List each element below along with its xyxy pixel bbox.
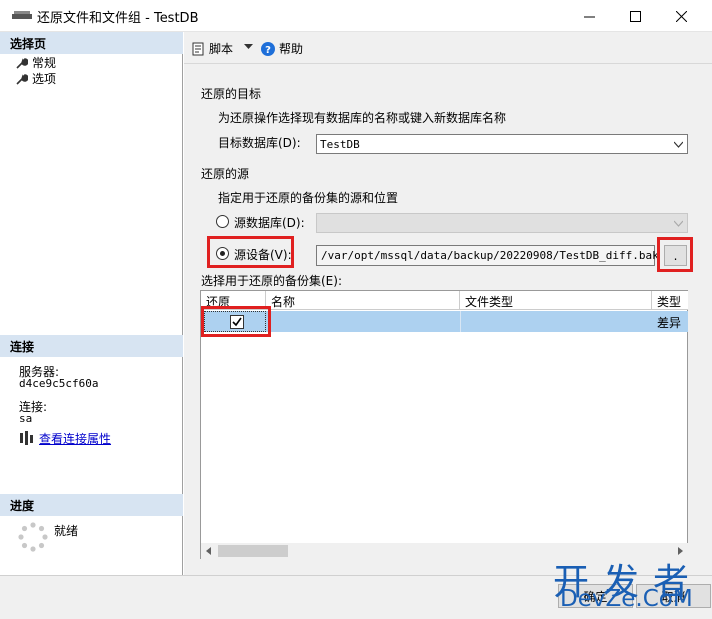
close-icon bbox=[675, 10, 687, 22]
server-value: d4ce9c5cf60a bbox=[19, 377, 99, 390]
table-row[interactable]: 差异 bbox=[201, 311, 688, 332]
help-icon: ? bbox=[261, 41, 275, 56]
connection-value: sa bbox=[19, 412, 33, 425]
chevron-down-icon bbox=[674, 141, 683, 148]
progress-header: 进度 bbox=[0, 494, 183, 516]
maximize-icon bbox=[629, 10, 641, 22]
nav-item-options[interactable]: 选项 bbox=[16, 70, 56, 87]
source-database-label: 源数据库(D): bbox=[234, 216, 305, 230]
scrollbar-thumb[interactable] bbox=[218, 545, 288, 557]
help-button[interactable]: ? 帮助 bbox=[261, 40, 303, 57]
connection-properties-icon bbox=[20, 431, 33, 445]
source-description: 指定用于还原的备份集的源和位置 bbox=[218, 191, 399, 205]
script-button[interactable]: 脚本 bbox=[191, 40, 233, 57]
maximize-button[interactable] bbox=[612, 0, 658, 32]
script-icon bbox=[192, 42, 204, 55]
nav-item-label: 选项 bbox=[32, 72, 57, 86]
help-label: 帮助 bbox=[279, 42, 304, 56]
column-header-type[interactable]: 类型 bbox=[652, 291, 688, 310]
connection-header: 连接 bbox=[0, 335, 183, 357]
progress-status: 就绪 bbox=[54, 524, 79, 538]
dest-db-value: TestDB bbox=[320, 138, 360, 151]
svg-text:?: ? bbox=[265, 45, 271, 56]
backupsets-grid[interactable]: 还原 名称 文件类型 类型 差异 bbox=[200, 290, 688, 559]
highlight-source-device bbox=[207, 236, 294, 268]
minimize-icon bbox=[583, 16, 595, 17]
left-pane: 选择页 常规 选项 连接 服务器: d4ce9c5cf60a 连接: sa 查看… bbox=[0, 32, 183, 575]
source-database-combobox[interactable] bbox=[316, 213, 688, 233]
restore-app-icon bbox=[12, 11, 32, 19]
nav-item-general[interactable]: 常规 bbox=[16, 54, 56, 71]
watermark-en: DevZe.CoM bbox=[560, 586, 693, 612]
device-path-field: /var/opt/mssql/data/backup/20220908/Test… bbox=[316, 245, 659, 266]
toolbar-divider bbox=[184, 63, 712, 64]
script-dropdown-icon[interactable] bbox=[244, 44, 253, 50]
minimize-button[interactable] bbox=[566, 0, 612, 32]
dest-db-label: 目标数据库(D): bbox=[218, 136, 301, 150]
view-connection-properties-link[interactable]: 查看连接属性 bbox=[39, 430, 111, 447]
chevron-down-icon bbox=[674, 220, 683, 227]
scroll-left-icon[interactable] bbox=[205, 547, 213, 555]
close-button[interactable] bbox=[658, 0, 704, 32]
column-header-file-type[interactable]: 文件类型 bbox=[460, 291, 652, 310]
window-title: 还原文件和文件组 - TestDB bbox=[37, 11, 199, 26]
dest-section-title: 还原的目标 bbox=[201, 87, 262, 101]
wrench-icon bbox=[16, 73, 28, 85]
dest-db-combobox[interactable]: TestDB bbox=[316, 134, 688, 154]
dest-description: 为还原操作选择现有数据库的名称或键入新数据库名称 bbox=[218, 111, 507, 125]
column-header-name[interactable]: 名称 bbox=[266, 291, 460, 310]
device-path-value: /var/opt/mssql/data/backup/20220908/Test… bbox=[321, 249, 659, 262]
source-database-radio[interactable] bbox=[216, 215, 229, 228]
nav-item-label: 常规 bbox=[32, 56, 57, 70]
source-section-title: 还原的源 bbox=[201, 167, 250, 181]
row-type-value: 差异 bbox=[657, 316, 682, 330]
backupsets-label: 选择用于还原的备份集(E): bbox=[201, 274, 342, 288]
highlight-restore-checkbox bbox=[201, 306, 271, 337]
select-page-header: 选择页 bbox=[0, 32, 183, 54]
cell-divider bbox=[460, 311, 461, 332]
highlight-browse-button bbox=[657, 237, 693, 272]
title-bar: 还原文件和文件组 - TestDB bbox=[0, 0, 712, 32]
wrench-icon bbox=[16, 57, 28, 69]
progress-spinner-icon bbox=[18, 522, 48, 552]
script-label: 脚本 bbox=[209, 42, 234, 56]
